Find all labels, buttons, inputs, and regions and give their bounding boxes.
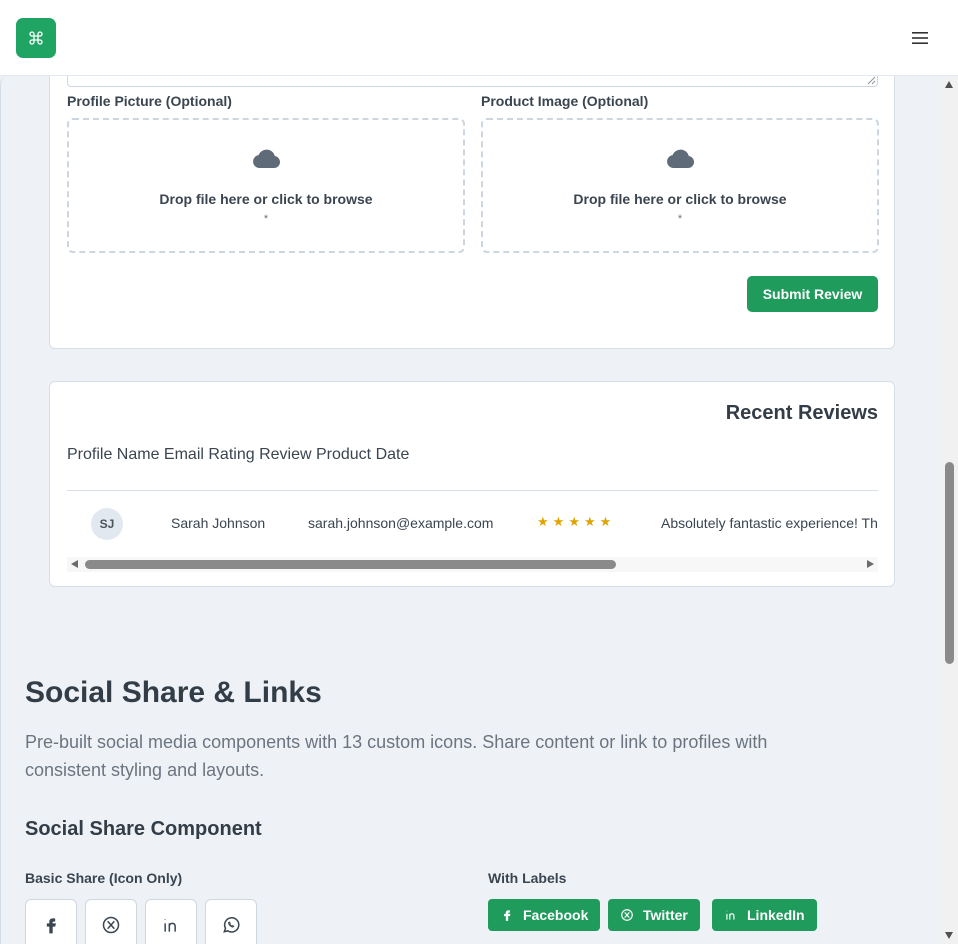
product-image-label: Product Image (Optional): [481, 93, 649, 109]
star-icon: ★: [568, 514, 580, 529]
profile-picture-dropzone[interactable]: Drop file here or click to browse *: [67, 118, 465, 253]
review-textarea[interactable]: [67, 76, 878, 87]
dropzone-hint: *: [677, 213, 683, 225]
reviewer-name: Sarah Johnson: [171, 515, 266, 531]
command-icon: [29, 31, 43, 45]
dropzone-prompt: Drop file here or click to browse: [159, 191, 373, 207]
menu-button[interactable]: [902, 20, 938, 56]
button-label: Facebook: [523, 907, 589, 923]
product-image-dropzone[interactable]: Drop file here or click to browse *: [481, 118, 879, 253]
rating-stars: ★ ★ ★ ★ ★: [537, 515, 611, 528]
table-row: SJ Sarah Johnson sarah.johnson@example.c…: [67, 491, 878, 557]
scroll-up-arrow-icon[interactable]: [945, 81, 953, 88]
share-linkedin-label-button[interactable]: LinkedIn: [712, 899, 817, 931]
cloud-upload-icon: [253, 149, 281, 169]
app-logo[interactable]: [16, 18, 56, 58]
component-title: Social Share Component: [25, 818, 262, 840]
reviewer-email: sarah.johnson@example.com: [308, 515, 494, 531]
linkedin-icon: [164, 919, 176, 932]
facebook-icon: [46, 918, 56, 934]
review-form-card: Profile Picture (Optional) Drop file her…: [49, 76, 895, 349]
scrollbar-thumb[interactable]: [945, 462, 954, 664]
share-whatsapp-button[interactable]: [205, 899, 257, 944]
main-content: Profile Picture (Optional) Drop file her…: [0, 76, 941, 944]
dropzone-prompt: Drop file here or click to browse: [573, 191, 787, 207]
recent-reviews-card: Recent Reviews Profile Name Email Rating…: [49, 381, 895, 587]
vertical-scrollbar[interactable]: [941, 76, 958, 944]
share-facebook-label-button[interactable]: Facebook: [488, 899, 601, 931]
whatsapp-icon: [223, 917, 240, 933]
star-icon: ★: [537, 514, 549, 529]
resize-grip-icon: [867, 76, 876, 85]
avatar: SJ: [91, 508, 123, 540]
section-title: Social Share & Links: [25, 676, 322, 709]
share-linkedin-button[interactable]: [145, 899, 197, 944]
basic-share-label: Basic Share (Icon Only): [25, 870, 183, 886]
submit-review-button[interactable]: Submit Review: [747, 276, 878, 312]
star-icon: ★: [599, 514, 612, 529]
scroll-down-arrow-icon[interactable]: [945, 932, 953, 939]
with-labels-label: With Labels: [488, 870, 567, 886]
star-icon: ★: [583, 514, 596, 529]
button-label: Twitter: [643, 907, 688, 923]
button-label: LinkedIn: [747, 907, 805, 923]
scrollbar-thumb[interactable]: [85, 560, 616, 569]
share-x-button[interactable]: [85, 899, 137, 944]
reviews-table-header: Profile Name Email Rating Review Product…: [67, 446, 410, 463]
scroll-right-arrow-icon[interactable]: [867, 560, 874, 568]
x-twitter-icon: [102, 916, 120, 934]
horizontal-scrollbar[interactable]: [67, 557, 878, 572]
dropzone-hint: *: [263, 213, 269, 225]
top-bar: [0, 0, 958, 76]
review-text: Absolutely fantastic experience! The: [661, 515, 878, 531]
hamburger-menu-icon: [912, 32, 928, 44]
facebook-icon: [504, 910, 511, 921]
share-twitter-label-button[interactable]: Twitter: [608, 899, 700, 931]
section-description: Pre-built social media components with 1…: [25, 732, 768, 780]
linkedin-icon: [726, 910, 735, 920]
share-facebook-button[interactable]: [25, 899, 77, 944]
star-icon: ★: [552, 514, 565, 529]
profile-picture-label: Profile Picture (Optional): [67, 93, 232, 109]
cloud-upload-icon: [667, 149, 695, 169]
reviews-title: Recent Reviews: [725, 402, 878, 424]
scroll-left-arrow-icon[interactable]: [71, 560, 78, 568]
x-twitter-icon: [621, 909, 633, 921]
